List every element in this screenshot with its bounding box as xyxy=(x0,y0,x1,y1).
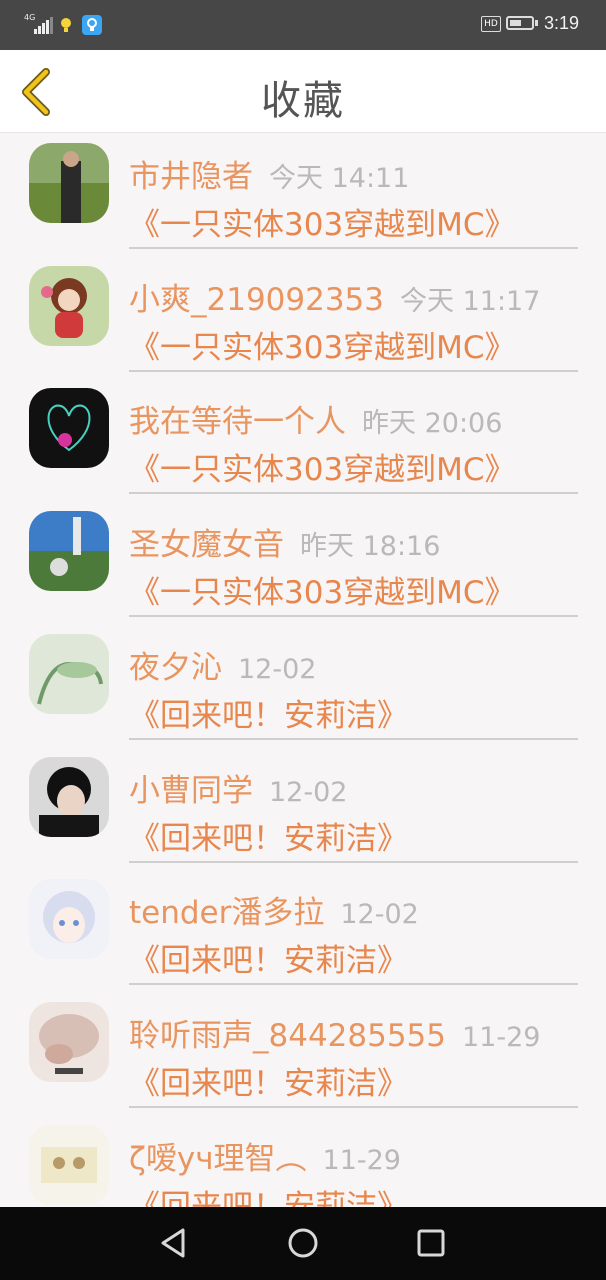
list-item[interactable]: 夜夕沁 12-02 《回来吧！安莉洁》 xyxy=(0,624,606,747)
item-header: 聆听雨声_844285555 11-29 xyxy=(129,1010,540,1055)
user-name[interactable]: 小曹同学 xyxy=(129,773,253,809)
list-item[interactable]: 圣女魔女音 昨天 18:16 《一只实体303穿越到MC》 xyxy=(0,501,606,624)
item-header: 圣女魔女音 昨天 18:16 xyxy=(129,519,440,564)
book-title[interactable]: 《回来吧！安莉洁》 xyxy=(129,1181,408,1207)
status-time: 3:19 xyxy=(544,13,580,33)
item-header: 我在等待一个人 昨天 20:06 xyxy=(129,396,502,441)
back-triangle-icon[interactable] xyxy=(156,1225,192,1261)
timestamp: 昨天 20:06 xyxy=(362,408,503,440)
signal-icon xyxy=(34,17,53,34)
item-header: 小爽_219092353 今天 11:17 xyxy=(129,274,540,319)
divider xyxy=(129,1105,578,1108)
timestamp: 12-02 xyxy=(340,899,419,931)
list-item[interactable]: tender潘多拉 12-02 《回来吧！安莉洁》 xyxy=(0,869,606,992)
navigation-bar xyxy=(0,1207,606,1280)
timestamp: 昨天 18:16 xyxy=(300,531,441,563)
header: 收藏 xyxy=(0,50,606,133)
list-item[interactable]: 市井隐者 今天 14:11 《一只实体303穿越到MC》 xyxy=(0,133,606,256)
user-name[interactable]: 小爽_219092353 xyxy=(129,282,384,318)
avatar[interactable] xyxy=(29,1124,109,1205)
battery-tip xyxy=(535,20,538,26)
divider xyxy=(129,369,578,372)
item-header: ζ嗳yч理智︵ 11-29 xyxy=(129,1133,401,1178)
user-name[interactable]: 圣女魔女音 xyxy=(129,527,284,563)
divider xyxy=(129,247,578,249)
timestamp: 11-29 xyxy=(462,1021,541,1053)
timestamp: 今天 11:17 xyxy=(400,285,541,317)
user-name[interactable]: tender潘多拉 xyxy=(129,895,324,931)
avatar[interactable] xyxy=(29,633,109,714)
book-title[interactable]: 《回来吧！安莉洁》 xyxy=(129,690,408,735)
notification-icon xyxy=(61,18,71,32)
timestamp: 12-02 xyxy=(238,653,317,685)
user-name[interactable]: 夜夕沁 xyxy=(129,650,222,686)
book-title[interactable]: 《一只实体303穿越到MC》 xyxy=(129,199,516,244)
timestamp: 今天 14:11 xyxy=(269,163,410,194)
user-name[interactable]: 我在等待一个人 xyxy=(129,404,346,440)
item-header: 夜夕沁 12-02 xyxy=(129,642,316,687)
avatar[interactable] xyxy=(29,388,109,469)
avatar[interactable] xyxy=(29,143,109,223)
item-header: tender潘多拉 12-02 xyxy=(129,887,419,932)
item-header: 小曹同学 12-02 xyxy=(129,765,347,810)
avatar[interactable] xyxy=(29,879,109,960)
divider xyxy=(129,737,578,740)
hd-icon: HD xyxy=(481,16,501,32)
list-item[interactable]: 聆听雨声_844285555 11-29 《回来吧！安莉洁》 xyxy=(0,992,606,1115)
book-title[interactable]: 《一只实体303穿越到MC》 xyxy=(129,567,516,612)
favorites-list[interactable]: 市井隐者 今天 14:11 《一只实体303穿越到MC》 小爽_219092353 今天… xyxy=(0,133,606,1207)
recent-square-icon[interactable] xyxy=(413,1225,449,1261)
avatar[interactable] xyxy=(29,1001,109,1082)
book-title[interactable]: 《回来吧！安莉洁》 xyxy=(129,935,408,980)
user-name[interactable]: ζ嗳yч理智︵ xyxy=(129,1141,307,1177)
page-title: 收藏 xyxy=(261,78,345,124)
book-title[interactable]: 《回来吧！安莉洁》 xyxy=(129,813,408,858)
divider xyxy=(129,492,578,495)
list-item[interactable]: 小曹同学 12-02 《回来吧！安莉洁》 xyxy=(0,747,606,870)
status-bar: 4G HD 3:19 xyxy=(0,0,606,50)
avatar[interactable] xyxy=(29,265,109,346)
list-item[interactable]: ζ嗳yч理智︵ 11-29 《回来吧！安莉洁》 xyxy=(0,1115,606,1207)
home-circle-icon[interactable] xyxy=(285,1225,321,1261)
item-header: 市井隐者 今天 14:11 xyxy=(129,151,409,196)
divider xyxy=(129,983,578,986)
user-name[interactable]: 聆听雨声_844285555 xyxy=(129,1018,446,1054)
divider xyxy=(129,615,578,618)
list-item[interactable]: 小爽_219092353 今天 11:17 《一只实体303穿越到MC》 xyxy=(0,256,606,379)
list-item[interactable]: 我在等待一个人 昨天 20:06 《一只实体303穿越到MC》 xyxy=(0,378,606,501)
timestamp: 11-29 xyxy=(322,1144,401,1176)
timestamp: 12-02 xyxy=(269,776,348,808)
user-name[interactable]: 市井隐者 xyxy=(129,159,253,195)
avatar[interactable] xyxy=(29,756,109,837)
book-title[interactable]: 《回来吧！安莉洁》 xyxy=(129,1058,408,1103)
book-title[interactable]: 《一只实体303穿越到MC》 xyxy=(129,444,516,489)
avatar[interactable] xyxy=(29,511,109,592)
battery-icon xyxy=(506,16,534,30)
app-notification-icon xyxy=(82,15,102,35)
divider xyxy=(129,860,578,863)
book-title[interactable]: 《一只实体303穿越到MC》 xyxy=(129,322,516,367)
